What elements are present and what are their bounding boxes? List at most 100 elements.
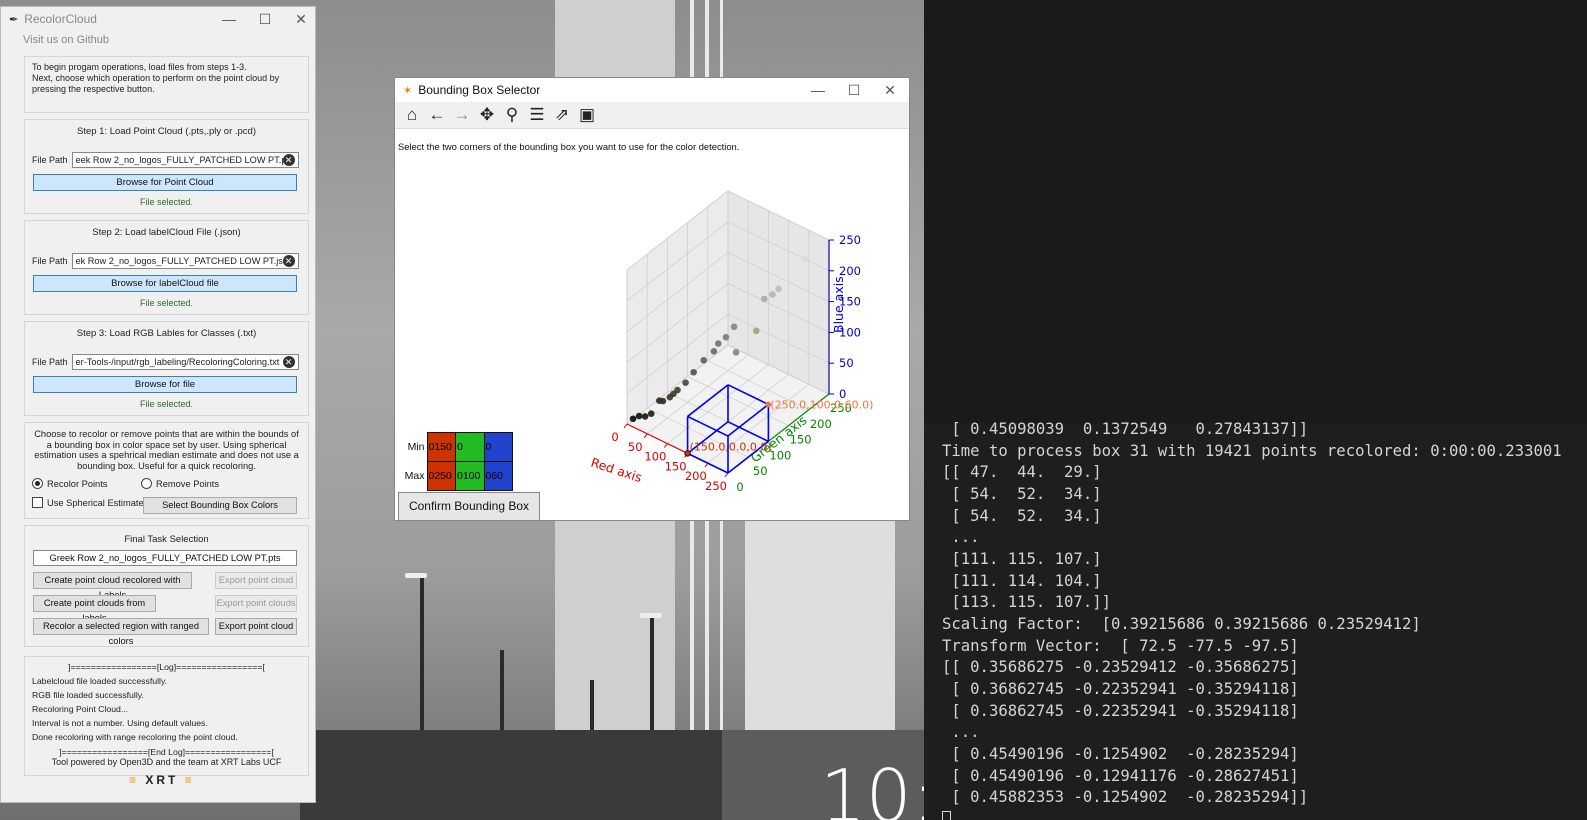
create-recolored-labels-button[interactable]: Create point cloud recolored with Labels [33, 572, 192, 600]
checkbox[interactable] [32, 497, 43, 508]
feather-icon: ✒ [9, 13, 19, 26]
data-point [732, 349, 740, 356]
terminal-line: ... [942, 528, 980, 547]
radio-selected[interactable] [32, 478, 43, 489]
terminal-line: [[ 0.35686275 -0.23529412 -0.35686275] [942, 658, 1299, 677]
data-point [629, 415, 637, 423]
step3-group: Step 3: Load RGB Lables for Classes (.tx… [24, 321, 309, 416]
spherical-estimate-checkbox[interactable]: Use Spherical Estimate [32, 497, 144, 508]
red-axis-tick-label: 200 [685, 469, 707, 483]
step3-title: Step 3: Load RGB Lables for Classes (.tx… [76, 328, 257, 339]
terminal-line: [ 0.36862745 -0.22352941 -0.35294118] [942, 701, 1299, 720]
minimize-icon[interactable]: — [211, 11, 247, 27]
step3-status: File selected. [139, 399, 194, 409]
pan-icon[interactable]: ✥ [478, 105, 496, 125]
red-axis-label: Red axis [589, 455, 644, 486]
forward-icon[interactable]: → [453, 105, 471, 125]
log-line: Recoloring Point Cloud... [32, 704, 129, 715]
data-point [801, 255, 809, 263]
clear-icon[interactable]: ✕ [282, 255, 295, 267]
max-row: Max 0250 0100 060 [403, 461, 513, 491]
data-point [674, 386, 681, 394]
matplotlib-icon: ✶ [403, 84, 413, 97]
create-from-labels-button[interactable]: Create point clouds from labels [33, 595, 156, 623]
configure-icon[interactable]: ☰ [528, 105, 546, 125]
max-blue-cell: 060 [483, 461, 513, 491]
export-point-cloud-button[interactable]: Export point cloud [215, 572, 297, 589]
point-cloud-path-input[interactable]: eek Row 2_no_logos_FULLY_PATCHED LOW PT.… [71, 152, 299, 168]
remove-points-radio[interactable]: Remove Points [141, 478, 219, 489]
browse-point-cloud-button[interactable]: Browse for Point Cloud [33, 174, 297, 191]
data-point [761, 295, 768, 303]
step1-status: File selected. [139, 197, 194, 207]
recolor-ranged-button[interactable]: Recolor a selected region with ranged co… [33, 618, 209, 646]
max-corner-annotation: (250.0,100.0,60.0) [770, 398, 873, 411]
home-icon[interactable]: ⌂ [403, 105, 421, 125]
export-ranged-button[interactable]: Export point cloud [215, 618, 297, 635]
terminal-line: [111. 114. 104.] [942, 571, 1102, 590]
red-axis-tick-label: 100 [644, 450, 666, 464]
recolor-points-radio[interactable]: Recolor Points [32, 478, 107, 489]
blue-axis-tick-label: 200 [839, 264, 861, 278]
data-point [647, 410, 655, 418]
terminal-upper-pane [924, 0, 1587, 423]
clear-icon[interactable]: ✕ [282, 356, 295, 368]
terminal-window[interactable]: [ 0.45098039 0.1372549 0.27843137]] Time … [924, 0, 1587, 820]
step2-status: File selected. [139, 298, 194, 308]
path-value: eek Row 2_no_logos_FULLY_PATCHED LOW PT.… [75, 155, 294, 165]
browse-labelcloud-button[interactable]: Browse for labelCloud file [33, 275, 297, 292]
bbox-instruction: Select the two corners of the bounding b… [398, 141, 740, 152]
edit-axis-icon[interactable]: ⇗ [553, 105, 571, 125]
browse-file-button[interactable]: Browse for file [33, 376, 297, 393]
blue-axis-tick-label: 250 [839, 233, 861, 247]
save-icon[interactable]: ▣ [578, 105, 596, 125]
step1-group: Step 1: Load Point Cloud (.pts,.ply or .… [24, 119, 309, 214]
lamp [405, 573, 427, 578]
zoom-icon[interactable]: ⚲ [503, 105, 521, 125]
maximize-icon[interactable]: ☐ [836, 82, 872, 99]
remove-points-label: Remove Points [156, 478, 220, 489]
terminal-line: [111. 115. 107.] [942, 549, 1102, 568]
min-row: Min 0150 0 0 [403, 432, 513, 462]
close-icon[interactable]: ✕ [872, 82, 908, 99]
data-point [659, 397, 667, 405]
radio-unselected[interactable] [141, 478, 152, 489]
file-path-label: File Path [32, 357, 68, 367]
powered-by-text: Tool powered by Open3D and the team at X… [51, 757, 282, 767]
select-bbox-colors-button[interactable]: Select Bounding Box Colors [143, 497, 297, 514]
spherical-estimate-label: Use Spherical Estimate [47, 497, 144, 508]
log-line: Done recoloring with range recoloring th… [32, 732, 238, 743]
data-point [715, 340, 722, 347]
terminal-line: [ 0.45098039 0.1372549 0.27843137]] [942, 420, 1309, 438]
close-icon[interactable]: ✕ [283, 11, 319, 28]
recolor-points-label: Recolor Points [47, 478, 108, 489]
export-point-clouds-button[interactable]: Export point clouds [215, 595, 297, 612]
red-axis-tick-label: 50 [628, 440, 643, 454]
terminal-line: Time to process box 31 with 19421 points… [942, 441, 1562, 460]
confirm-bounding-box-button[interactable]: Confirm Bounding Box [398, 492, 540, 521]
green-axis-tick-label: 50 [753, 464, 768, 478]
green-axis-tick-label: 200 [810, 417, 832, 431]
window-title: RecolorCloud [24, 12, 97, 26]
color-range-table: Min 0150 0 0 Max 0250 0100 060 [403, 432, 513, 491]
lamp-post [650, 615, 654, 735]
window-title: Bounding Box Selector [418, 83, 541, 97]
back-icon[interactable]: ← [428, 105, 446, 125]
github-link[interactable]: Visit us on Github [1, 31, 315, 49]
terminal-line: [ 54. 52. 34.] [942, 484, 1102, 503]
red-axis-tick-label: 150 [665, 459, 687, 473]
minimize-icon[interactable]: — [800, 82, 836, 98]
file-path-label: File Path [32, 155, 68, 165]
labelcloud-path-input[interactable]: ek Row 2_no_logos_FULLY_PATCHED LOW PT.j… [71, 253, 299, 269]
max-green-cell: 0100 [455, 461, 485, 491]
log-line: Interval is not a number. Using default … [32, 718, 208, 729]
clear-icon[interactable]: ✕ [282, 154, 295, 166]
terminal-line: [ 54. 52. 34.] [942, 506, 1102, 525]
data-point [641, 413, 649, 420]
bounding-box-window: ✶ Bounding Box Selector — ☐ ✕ ⌂ ← → ✥ ⚲ … [394, 77, 910, 521]
log-line: Labelcloud file loaded successfully. [32, 676, 168, 687]
maximize-icon[interactable]: ☐ [247, 11, 283, 28]
rgb-labels-path-input[interactable]: er-Tools-/input/rgb_labeling/RecoloringC… [71, 354, 299, 370]
red-axis-tick [663, 443, 668, 448]
max-label: Max [404, 470, 425, 482]
